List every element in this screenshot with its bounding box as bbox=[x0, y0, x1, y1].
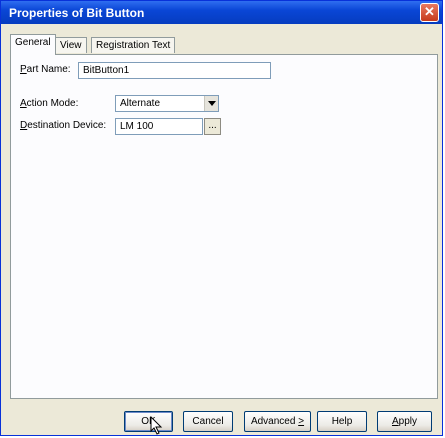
part-name-input[interactable]: BitButton1 bbox=[78, 62, 271, 79]
close-icon: ✕ bbox=[424, 4, 435, 19]
advanced-suffix: > bbox=[298, 416, 305, 427]
ok-button[interactable]: OK bbox=[124, 411, 173, 432]
destination-device-label: Destination Device: bbox=[20, 120, 107, 131]
tab-registration-text-label: Registration Text bbox=[96, 40, 171, 51]
advanced-label: Advanced bbox=[250, 416, 296, 427]
action-mode-value: Alternate bbox=[120, 98, 161, 109]
general-panel: Part Name: BitButton1 Action Mode: Alter… bbox=[10, 54, 438, 399]
action-mode-select[interactable]: Alternate bbox=[115, 95, 219, 112]
window-title: Properties of Bit Button bbox=[9, 6, 145, 20]
destination-device-input[interactable]: LM 100 bbox=[115, 118, 203, 135]
tab-view[interactable]: View bbox=[55, 37, 87, 53]
apply-label-first: A bbox=[391, 416, 399, 427]
apply-button[interactable]: Apply bbox=[377, 411, 432, 432]
mouse-pointer-icon bbox=[150, 416, 163, 435]
cancel-button[interactable]: Cancel bbox=[183, 411, 233, 432]
help-button[interactable]: Help bbox=[317, 411, 367, 432]
action-mode-label: Action Mode: bbox=[20, 98, 79, 109]
browse-device-button[interactable]: ... bbox=[204, 118, 221, 135]
tab-general[interactable]: General bbox=[10, 34, 56, 55]
apply-label-rest: pply bbox=[398, 416, 418, 427]
properties-dialog: Properties of Bit Button ✕ General View … bbox=[0, 0, 443, 436]
chevron-down-icon[interactable] bbox=[204, 96, 218, 111]
part-name-label: Part Name: bbox=[20, 64, 71, 75]
close-button[interactable]: ✕ bbox=[420, 3, 439, 22]
tab-general-label: General bbox=[15, 37, 51, 48]
title-bar[interactable]: Properties of Bit Button ✕ bbox=[1, 1, 442, 24]
advanced-button[interactable]: Advanced > bbox=[244, 411, 311, 432]
tab-view-label: View bbox=[60, 40, 82, 51]
tab-registration-text[interactable]: Registration Text bbox=[91, 37, 176, 53]
